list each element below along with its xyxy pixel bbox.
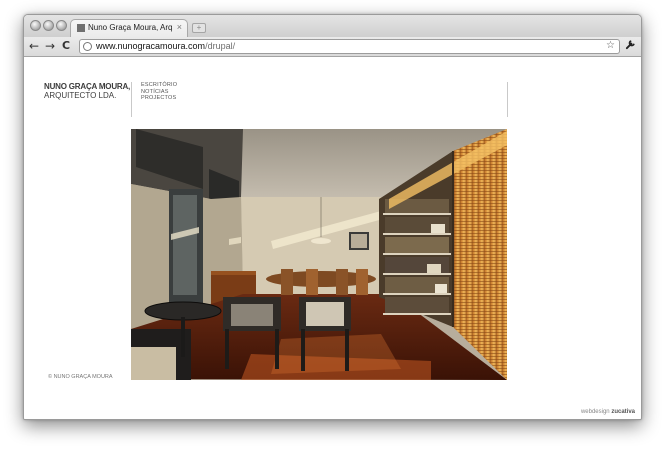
page-content: NUNO GRAÇA MOURA, ARQUITECTO LDA. ESCRIT… bbox=[24, 57, 641, 419]
header-divider-left bbox=[131, 82, 132, 117]
tab-title: Nuno Graça Moura, Arquitectos bbox=[88, 23, 172, 32]
url-path: /drupal/ bbox=[205, 41, 236, 51]
menu-item-projectos[interactable]: PROJECTOS bbox=[141, 95, 177, 102]
header-divider-right bbox=[507, 82, 508, 117]
brand-subtitle: ARQUITECTO LDA. bbox=[44, 91, 117, 100]
main-menu: ESCRITÓRIO NOTÍCIAS PROJECTOS bbox=[141, 82, 177, 102]
tab-active[interactable]: Nuno Graça Moura, Arquitectos × bbox=[70, 19, 188, 37]
tab-close-icon[interactable]: × bbox=[177, 22, 182, 32]
back-arrow-icon[interactable]: ← bbox=[29, 39, 39, 53]
page-favicon-icon bbox=[77, 24, 85, 32]
credit-label: webdesign bbox=[580, 409, 610, 415]
project-photo bbox=[131, 129, 507, 380]
reload-icon[interactable]: C bbox=[62, 39, 70, 53]
title-bar: Nuno Graça Moura, Arquitectos × + bbox=[24, 15, 641, 37]
minimize-window-button[interactable] bbox=[43, 20, 54, 31]
new-tab-button[interactable]: + bbox=[192, 23, 206, 33]
browser-toolbar: ← → C www.nunogracamoura.com/drupal/ ☆ bbox=[24, 37, 641, 57]
copyright-text: © NUNO GRAÇA MOURA bbox=[48, 374, 113, 380]
webdesign-credit[interactable]: webdesign zucativa bbox=[581, 409, 635, 415]
address-bar[interactable]: www.nunogracamoura.com/drupal/ ☆ bbox=[79, 39, 620, 54]
site-logo[interactable]: NUNO GRAÇA MOURA, ARQUITECTO LDA. bbox=[44, 82, 130, 100]
brand-name: NUNO GRAÇA MOURA, bbox=[44, 82, 131, 91]
menu-item-escritorio[interactable]: ESCRITÓRIO bbox=[141, 82, 177, 89]
wrench-menu-icon[interactable] bbox=[625, 39, 636, 53]
globe-icon bbox=[83, 42, 92, 51]
browser-window: Nuno Graça Moura, Arquitectos × + ← → C … bbox=[23, 14, 642, 420]
credit-name: zucativa bbox=[611, 409, 635, 415]
url-host: www.nunogracamoura.com bbox=[96, 41, 206, 51]
forward-arrow-icon[interactable]: → bbox=[45, 39, 55, 53]
bookmark-star-icon[interactable]: ☆ bbox=[606, 40, 615, 51]
zoom-window-button[interactable] bbox=[56, 20, 67, 31]
url-text: www.nunogracamoura.com/drupal/ bbox=[96, 41, 235, 51]
close-window-button[interactable] bbox=[30, 20, 41, 31]
wrench-icon bbox=[625, 40, 635, 50]
